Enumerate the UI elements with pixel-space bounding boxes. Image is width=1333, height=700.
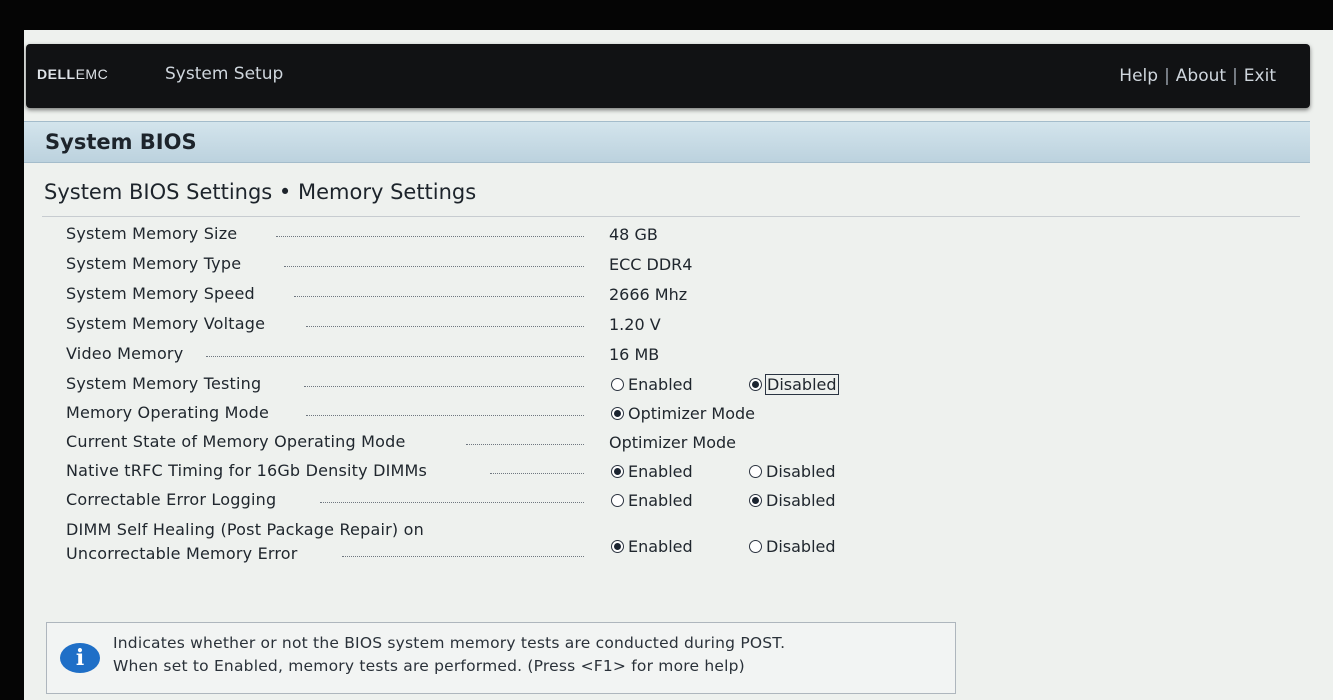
leader-dots [206,356,584,357]
leader-dots [306,326,584,327]
radio-circle-selected [749,378,762,391]
setting-row-memory-voltage: System Memory Voltage 1.20 V [66,314,1266,342]
radio-circle-selected [749,494,762,507]
radio-circle-selected [611,407,624,420]
panel-header: System BIOS [24,121,1310,163]
setting-value: 1.20 V [609,315,661,334]
memory-testing-disabled-radio[interactable]: Disabled [749,374,839,395]
setting-label: Current State of Memory Operating Mode [66,432,406,451]
top-bar: DELLEMC System Setup Help | About | Exit [26,44,1310,108]
setting-row-memory-type: System Memory Type ECC DDR4 [66,254,1266,282]
setting-label: System Memory Size [66,224,238,243]
info-icon: i [60,643,100,673]
leader-dots [284,266,584,267]
leader-dots [466,444,584,445]
setting-row-memory-speed: System Memory Speed 2666 Mhz [66,284,1266,312]
radio-circle [611,378,624,391]
help-text-line-1: Indicates whether or not the BIOS system… [113,634,786,652]
setting-label: Video Memory [66,344,184,363]
setting-row-self-healing: DIMM Self Healing (Post Package Repair) … [66,520,1266,572]
help-text-line-2: When set to Enabled, memory tests are pe… [113,657,745,675]
leader-dots [490,473,584,474]
setting-row-current-mode: Current State of Memory Operating Mode O… [66,432,1266,460]
self-healing-enabled-radio[interactable]: Enabled [611,537,693,556]
trfc-enabled-radio[interactable]: Enabled [611,462,693,481]
setting-row-error-logging: Correctable Error Logging Enabled Disabl… [66,490,1266,518]
section-divider [42,216,1300,217]
separator: | [1232,66,1238,86]
exit-link[interactable]: Exit [1244,66,1276,86]
trfc-disabled-radio[interactable]: Disabled [749,462,836,481]
app-title: System Setup [165,64,284,84]
setting-label: System Memory Speed [66,284,255,303]
setting-row-memory-testing: System Memory Testing Enabled Disabled [66,374,1266,402]
setting-label: System Memory Testing [66,374,262,393]
separator: | [1164,66,1170,86]
radio-circle [749,540,762,553]
bios-screen: DELLEMC System Setup Help | About | Exit Sys… [24,30,1333,700]
leader-dots [342,556,584,557]
radio-circle [611,494,624,507]
setting-value: Optimizer Mode [609,433,736,452]
setting-label: Memory Operating Mode [66,403,270,422]
operating-mode-optimizer-radio[interactable]: Optimizer Mode [611,404,755,423]
radio-circle-selected [611,465,624,478]
setting-row-video-memory: Video Memory 16 MB [66,344,1266,372]
setting-row-operating-mode: Memory Operating Mode Optimizer Mode [66,403,1266,431]
setting-row-trfc-timing: Native tRFC Timing for 16Gb Density DIMM… [66,461,1266,489]
leader-dots [276,236,584,237]
section-title: System BIOS Settings • Memory Settings [44,180,477,204]
error-logging-enabled-radio[interactable]: Enabled [611,491,693,510]
setting-label: Correctable Error Logging [66,490,277,509]
help-link[interactable]: Help [1119,66,1158,86]
setting-value: ECC DDR4 [609,255,693,274]
setting-label: System Memory Voltage [66,314,266,333]
memory-testing-enabled-radio[interactable]: Enabled [611,375,693,394]
leader-dots [320,502,584,503]
radio-circle [749,465,762,478]
setting-label: DIMM Self Healing (Post Package Repair) … [66,520,424,539]
setting-value: 2666 Mhz [609,285,688,304]
leader-dots [304,386,584,387]
setting-label: Uncorrectable Memory Error [66,544,298,563]
self-healing-disabled-radio[interactable]: Disabled [749,537,836,556]
setting-label: System Memory Type [66,254,242,273]
setting-row-memory-size: System Memory Size 48 GB [66,224,1266,252]
setting-label: Native tRFC Timing for 16Gb Density DIMM… [66,461,428,480]
radio-circle-selected [611,540,624,553]
top-links: Help | About | Exit [1119,66,1276,86]
dell-emc-logo: DELLEMC [37,66,109,82]
help-box: i Indicates whether or not the BIOS syst… [46,622,956,694]
leader-dots [294,296,584,297]
leader-dots [306,415,584,416]
setting-value: 16 MB [609,345,660,364]
error-logging-disabled-radio[interactable]: Disabled [749,491,836,510]
panel-title: System BIOS [45,130,197,154]
about-link[interactable]: About [1176,66,1226,86]
setting-value: 48 GB [609,225,658,244]
